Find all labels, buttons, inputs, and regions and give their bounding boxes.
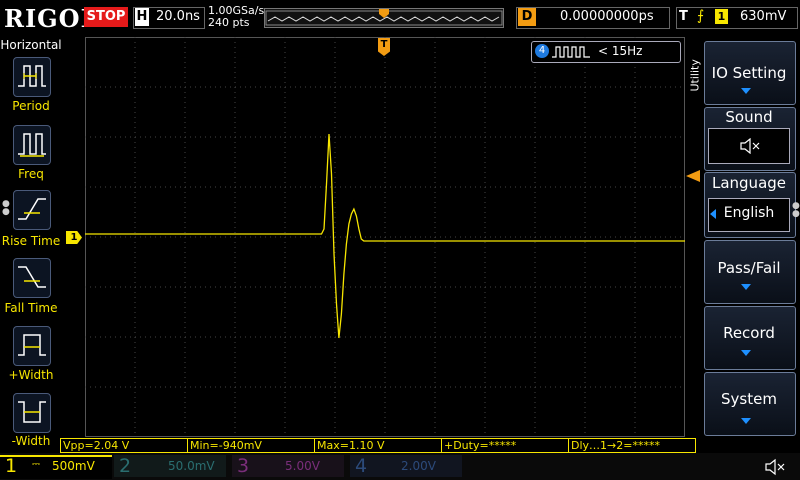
run-stop-status[interactable]: STOP <box>84 7 128 27</box>
sound-toggle[interactable] <box>708 128 790 164</box>
right-scroll-dots: ● ● <box>792 201 800 219</box>
measurement-vpp[interactable]: Vpp=2.04 V <box>60 438 188 453</box>
speaker-muted-status-icon[interactable] <box>764 458 788 476</box>
pass-fail-label: Pass/Fail <box>717 259 781 277</box>
measurement-delay[interactable]: Dly…1→2=***** <box>568 438 696 453</box>
channel-2-scale: 50.0mV <box>168 459 215 473</box>
pass-fail-arrow-icon <box>741 284 751 290</box>
channel-1-number: 1 <box>5 455 18 477</box>
io-setting-arrow-icon <box>741 88 751 94</box>
measure-period-item[interactable]: Period <box>0 57 62 115</box>
language-value: English <box>723 205 775 221</box>
channel-2-number: 2 <box>119 455 132 477</box>
channel-4-number: 4 <box>355 455 368 477</box>
counter-channel-badge: 4 <box>535 44 549 58</box>
sample-rate-info: 1.00GSa/s 240 pts <box>208 5 264 29</box>
measure-positive-width-item[interactable]: +Width <box>0 326 62 384</box>
system-arrow-icon <box>741 418 751 424</box>
channel-4-scale: 2.00V <box>401 459 436 473</box>
trigger-channel-badge: 1 <box>715 9 728 24</box>
trigger-level: 630mV <box>740 9 787 24</box>
memory-waveform-overview <box>264 8 504 28</box>
memory-points: 240 pts <box>208 16 250 29</box>
positive-width-icon <box>13 326 51 366</box>
period-label: Period <box>12 99 50 113</box>
channel-3-scale: 5.00V <box>285 459 320 473</box>
measurement-min[interactable]: Min=-940mV <box>187 438 315 453</box>
positive-width-label: +Width <box>8 368 54 382</box>
memory-overview-trace <box>265 9 503 26</box>
rise-time-label: Rise Time <box>1 234 61 248</box>
square-wave-icon <box>552 46 590 58</box>
record-label: Record <box>723 324 775 342</box>
sound-label: Sound <box>725 108 773 126</box>
measure-fall-time-item[interactable]: Fall Time <box>0 258 62 316</box>
measurement-positive-duty[interactable]: +Duty=***** <box>441 438 569 453</box>
system-label: System <box>721 390 777 408</box>
freq-label: Freq <box>18 167 44 181</box>
channel-1-offset-marker[interactable]: 1 <box>66 231 82 244</box>
counter-frequency: < 15Hz <box>598 44 643 58</box>
io-setting-label: IO Setting <box>711 64 787 82</box>
measurement-max[interactable]: Max=1.10 V <box>314 438 442 453</box>
negative-width-label: -Width <box>11 434 51 448</box>
measure-rise-time-item[interactable]: Rise Time <box>0 190 62 248</box>
waveform-display[interactable] <box>85 37 685 437</box>
fall-time-label: Fall Time <box>4 301 58 315</box>
speaker-muted-icon <box>740 138 760 154</box>
left-menu-title: Horizontal <box>0 38 62 52</box>
measure-freq-item[interactable]: Freq <box>0 125 62 181</box>
negative-width-icon <box>13 393 51 433</box>
dc-coupling-icon: ⎓ <box>32 459 40 470</box>
timebase-letter: H <box>135 8 149 26</box>
fall-time-icon <box>13 258 51 298</box>
delay-letter: D <box>518 8 536 26</box>
rising-edge-icon: ⨍ <box>697 8 705 24</box>
frequency-icon <box>13 125 51 165</box>
timebase-value: 20.0ns <box>156 9 200 24</box>
channel-1-scale: 500mV <box>52 459 95 473</box>
trigger-level-marker[interactable] <box>686 170 700 182</box>
rise-time-icon <box>13 190 51 230</box>
language-label: Language <box>711 174 787 192</box>
delay-value: 0.00000000ps <box>560 9 654 24</box>
measure-negative-width-item[interactable]: -Width <box>0 393 62 449</box>
utility-menu-title: Utility <box>688 59 702 92</box>
period-icon <box>13 57 51 97</box>
channel-3-number: 3 <box>237 455 250 477</box>
graticule <box>85 37 685 437</box>
trigger-letter: T <box>679 9 688 24</box>
record-arrow-icon <box>741 350 751 356</box>
